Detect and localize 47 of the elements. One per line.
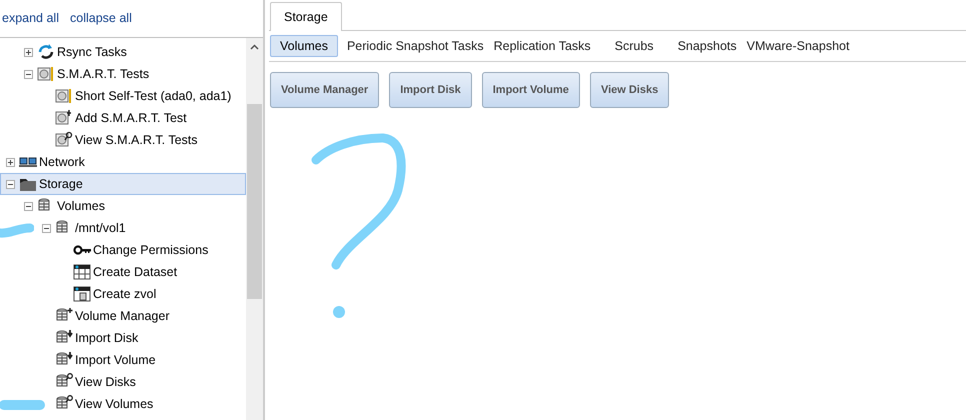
sync-icon	[37, 43, 55, 61]
tree-row-highlight[interactable]: Storage	[0, 173, 246, 195]
tree-item[interactable]: View Volumes	[75, 397, 154, 411]
tree-item[interactable]: S.M.A.R.T. Tests	[57, 67, 150, 81]
toolbar-button[interactable]: Import Disk	[389, 72, 472, 108]
hard-disk-icon	[55, 109, 73, 127]
tree-item[interactable]: Storage	[39, 177, 83, 191]
tree-item[interactable]: View Disks	[75, 375, 136, 389]
tree-item[interactable]: /mnt/vol1	[75, 221, 126, 235]
tree-link[interactable]: collapse all	[70, 10, 132, 24]
sub-tab[interactable]: Periodic Snapshot Tasks	[342, 35, 489, 57]
tree-item[interactable]: Network	[39, 155, 85, 169]
table-icon	[73, 285, 91, 303]
scrollbar-thumb[interactable]	[247, 104, 262, 299]
sub-tab[interactable]: Snapshots	[672, 35, 742, 57]
tab[interactable]: Storage	[270, 2, 342, 31]
expand-icon[interactable]	[6, 158, 14, 166]
sub-tab[interactable]: Replication Tasks	[488, 35, 596, 57]
scroll-up-icon[interactable]	[250, 44, 259, 50]
tree-item[interactable]: View S.M.A.R.T. Tests	[75, 133, 198, 147]
sub-tab[interactable]: Scrubs	[610, 35, 659, 57]
toolbar-button[interactable]: Import Volume	[482, 72, 580, 108]
hard-disk-icon	[55, 131, 73, 149]
toolbar-button[interactable]: Volume Manager	[270, 72, 380, 108]
tree-item[interactable]: Import Disk	[75, 331, 138, 345]
collapse-icon[interactable]	[24, 202, 32, 210]
tree-item[interactable]: Change Permissions	[93, 243, 208, 257]
tree-item[interactable]: Import Volume	[75, 353, 156, 367]
collapse-icon[interactable]	[42, 224, 50, 232]
tree-item[interactable]: Short Self-Test (ada0, ada1)	[75, 89, 232, 103]
hard-disk-icon	[55, 87, 73, 105]
sub-tab[interactable]: VMware-Snapshot	[742, 35, 854, 57]
tree-item[interactable]: Rsync Tasks	[57, 45, 127, 59]
collapse-icon[interactable]	[6, 180, 14, 188]
toolbar-button[interactable]: View Disks	[590, 72, 670, 108]
scrollbar[interactable]	[246, 38, 263, 420]
collapse-icon[interactable]	[24, 70, 32, 78]
tree-item[interactable]: Create Dataset	[93, 265, 178, 279]
table-icon	[73, 263, 91, 281]
sub-tab[interactable]: Volumes	[270, 35, 338, 57]
tree-item[interactable]: Volume Manager	[75, 309, 170, 323]
expand-icon[interactable]	[24, 48, 32, 56]
tree-link[interactable]: expand all	[2, 10, 59, 24]
hard-disk-icon	[37, 65, 55, 83]
tree-item[interactable]: Volumes	[57, 199, 105, 213]
tree-item[interactable]: Add S.M.A.R.T. Test	[75, 111, 187, 125]
tree-item[interactable]: Create zvol	[93, 287, 156, 301]
